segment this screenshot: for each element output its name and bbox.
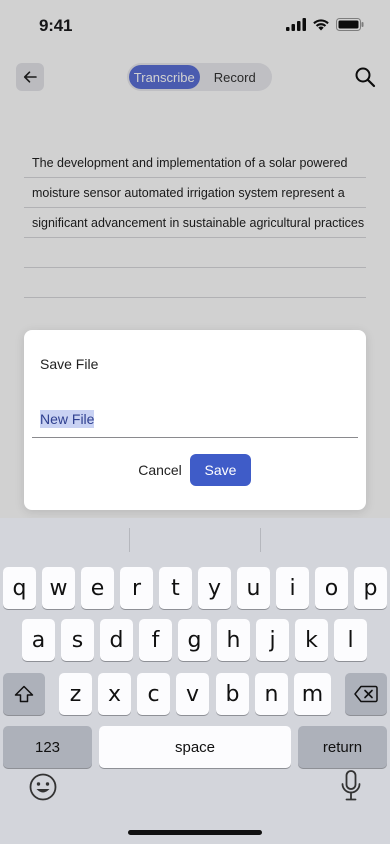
key-q[interactable]: q <box>3 567 36 609</box>
backspace-icon <box>354 685 378 703</box>
shift-key[interactable] <box>3 673 45 715</box>
key-z[interactable]: z <box>59 673 92 715</box>
key-n[interactable]: n <box>255 673 288 715</box>
key-f[interactable]: f <box>139 619 172 661</box>
keyboard-suggestion-bar <box>0 518 390 562</box>
return-key[interactable]: return <box>298 726 387 768</box>
cancel-button[interactable]: Cancel <box>138 454 182 486</box>
save-file-dialog: Save File New File Cancel Save <box>24 330 366 510</box>
numbers-key[interactable]: 123 <box>3 726 92 768</box>
delete-key[interactable] <box>345 673 387 715</box>
key-s[interactable]: s <box>61 619 94 661</box>
shift-icon <box>14 685 34 703</box>
key-h[interactable]: h <box>217 619 250 661</box>
key-d[interactable]: d <box>100 619 133 661</box>
key-i[interactable]: i <box>276 567 309 609</box>
dialog-title: Save File <box>40 356 99 372</box>
key-r[interactable]: r <box>120 567 153 609</box>
key-j[interactable]: j <box>256 619 289 661</box>
key-g[interactable]: g <box>178 619 211 661</box>
key-c[interactable]: c <box>137 673 170 715</box>
filename-input[interactable]: New File <box>32 400 358 438</box>
key-l[interactable]: l <box>334 619 367 661</box>
keyboard: q w e r t y u i o p a s d f g h j k l z … <box>0 518 390 844</box>
key-a[interactable]: a <box>22 619 55 661</box>
key-w[interactable]: w <box>42 567 75 609</box>
suggestion-divider <box>129 528 130 552</box>
key-p[interactable]: p <box>354 567 387 609</box>
microphone-icon <box>341 770 361 801</box>
suggestion-divider <box>260 528 261 552</box>
key-u[interactable]: u <box>237 567 270 609</box>
dictation-button[interactable] <box>340 770 362 802</box>
space-key[interactable]: space <box>99 726 291 768</box>
key-e[interactable]: e <box>81 567 114 609</box>
key-o[interactable]: o <box>315 567 348 609</box>
key-b[interactable]: b <box>216 673 249 715</box>
emoji-icon <box>29 773 57 801</box>
save-button[interactable]: Save <box>190 454 251 486</box>
home-indicator <box>128 830 262 835</box>
key-k[interactable]: k <box>295 619 328 661</box>
filename-value: New File <box>40 409 95 428</box>
emoji-button[interactable] <box>28 772 58 802</box>
key-t[interactable]: t <box>159 567 192 609</box>
key-y[interactable]: y <box>198 567 231 609</box>
key-m[interactable]: m <box>294 673 331 715</box>
key-v[interactable]: v <box>176 673 209 715</box>
key-x[interactable]: x <box>98 673 131 715</box>
